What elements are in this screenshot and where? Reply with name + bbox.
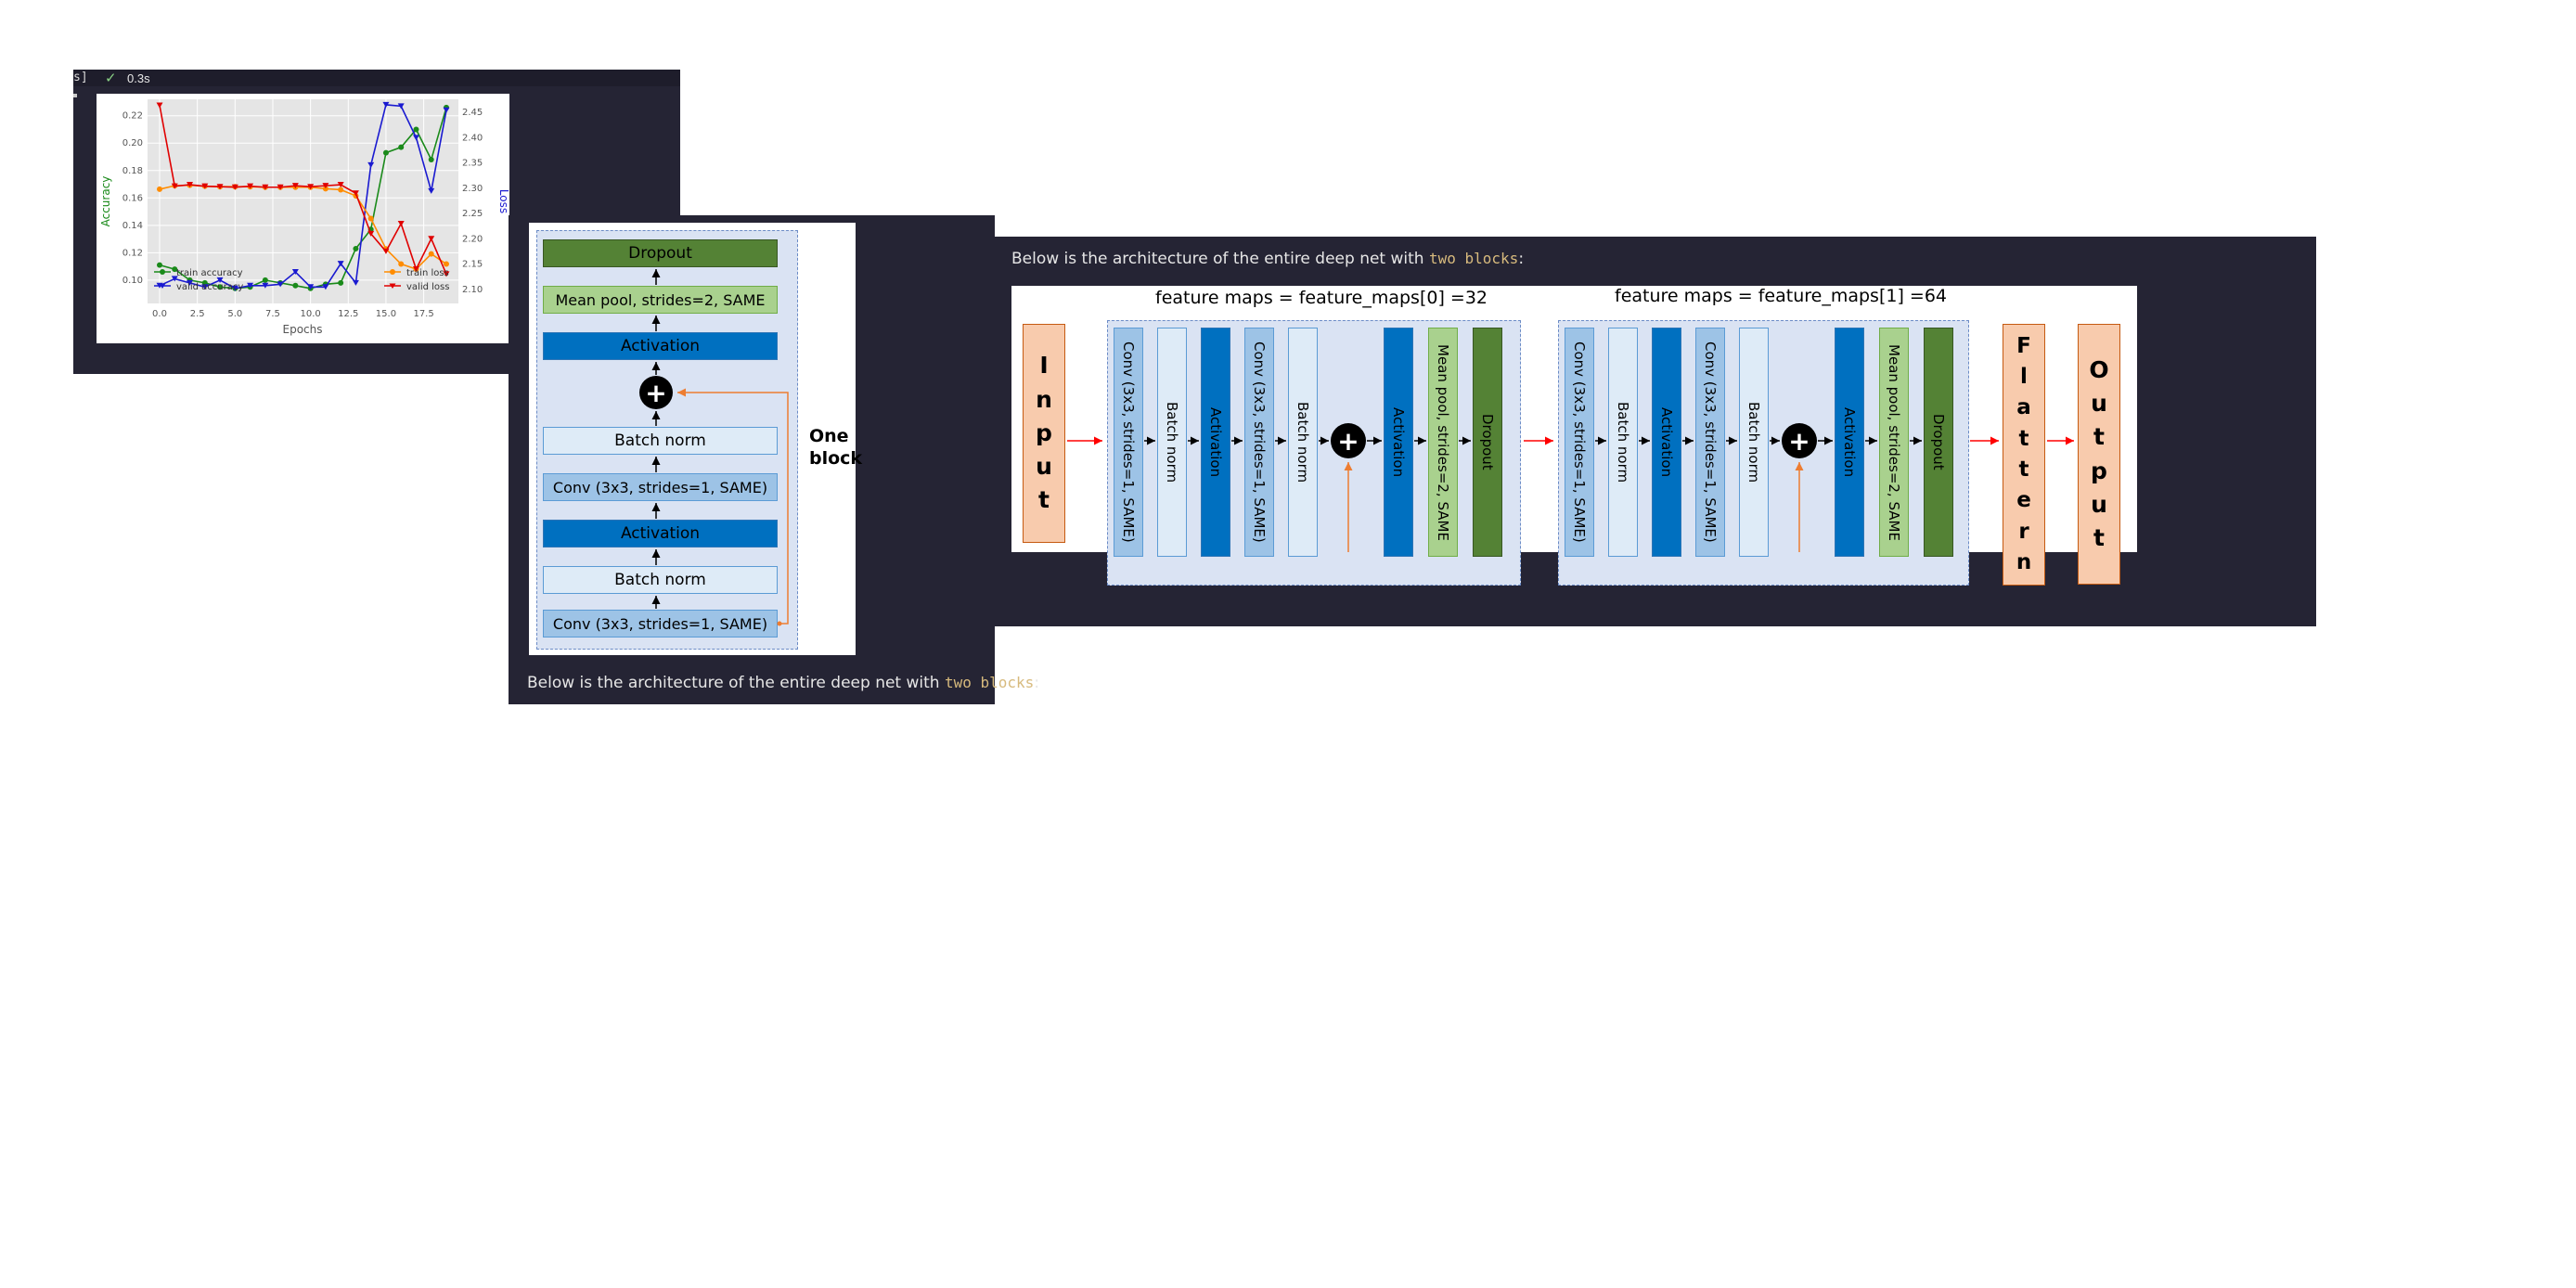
point-train-loss xyxy=(428,251,434,257)
block1-layer-batch-norm-1: Batch norm xyxy=(1157,328,1187,557)
notebook-output-cell-block: Dropout Mean pool, strides=2, SAME Activ… xyxy=(509,215,1039,704)
block1-layer-conv-1: Conv (3x3, strides=1, SAME) xyxy=(1114,328,1143,557)
check-icon: ✓ xyxy=(105,71,117,86)
x-tick-label: 17.5 xyxy=(413,309,433,319)
x-tick-label: 7.5 xyxy=(265,309,280,319)
block1-layer-conv-2: Conv (3x3, strides=1, SAME) xyxy=(1244,328,1274,557)
point-train-loss xyxy=(398,261,405,267)
execution-time: 0.3s xyxy=(127,71,150,85)
block2-layer-batch-norm-1: Batch norm xyxy=(1608,328,1638,557)
caption-text: Below is the architecture of the entire … xyxy=(1011,250,1429,268)
block-arrows xyxy=(651,269,789,626)
block1-residual-add-icon: + xyxy=(1331,423,1366,458)
y-axis-label-left: Accuracy xyxy=(99,176,112,227)
block2-layer-batch-norm-2: Batch norm xyxy=(1739,328,1769,557)
notebook-output-cell-network: Below is the architecture of the entire … xyxy=(995,237,2316,626)
point-train-accuracy xyxy=(428,156,434,162)
cell-status-bar xyxy=(73,70,680,86)
block2-layer-conv-1: Conv (3x3, strides=1, SAME) xyxy=(1565,328,1594,557)
point-train-accuracy xyxy=(353,245,359,251)
training-curves-chart: 0.0 2.5 5.0 7.5 10.0 12.5 15.0 17.5 0.10 0.12 0.14… xyxy=(97,94,510,343)
block2-layer-dropout: Dropout xyxy=(1924,328,1953,557)
caption-code: two blocks xyxy=(944,674,1035,691)
y-tick-label-left: 0.18 xyxy=(122,166,143,176)
x-tick-label: 12.5 xyxy=(338,309,358,319)
x-axis-label: Epochs xyxy=(283,323,323,336)
y-tick-label-right: 2.45 xyxy=(462,108,483,118)
y-tick-label-left: 0.16 xyxy=(122,193,143,203)
y-tick-label-right: 2.40 xyxy=(462,133,483,143)
point-train-accuracy xyxy=(292,282,299,289)
one-block-label: One block xyxy=(809,425,862,470)
point-train-loss xyxy=(338,187,344,193)
execution-count: s] xyxy=(73,71,88,84)
point-train-loss xyxy=(367,215,374,222)
block1-layer-mean-pool: Mean pool, strides=2, SAME xyxy=(1428,328,1458,557)
x-tick-label: 0.0 xyxy=(152,309,167,319)
point-train-accuracy xyxy=(157,262,163,268)
block1-layer-activation-1: Activation xyxy=(1201,328,1230,557)
legend-train-accuracy: train accuracy xyxy=(176,268,243,278)
y-axis-label-right: Loss xyxy=(497,189,509,213)
block2-residual-add-icon: + xyxy=(1782,423,1817,458)
point-train-loss xyxy=(443,261,449,267)
block2-layer-activation-2: Activation xyxy=(1835,328,1864,557)
caption-text: Below is the architecture of the entire … xyxy=(527,674,945,692)
y-tick-label-right: 2.15 xyxy=(462,260,483,270)
caption-suffix: : xyxy=(1518,250,1525,268)
y-tick-label-left: 0.14 xyxy=(122,221,143,231)
y-tick-label-left: 0.12 xyxy=(122,248,143,258)
point-train-accuracy xyxy=(262,277,268,283)
caption-suffix: : xyxy=(1034,674,1040,692)
one-block-diagram: Dropout Mean pool, strides=2, SAME Activ… xyxy=(529,223,862,655)
y-tick-label-left: 0.20 xyxy=(122,138,143,148)
block2-layer-mean-pool: Mean pool, strides=2, SAME xyxy=(1879,328,1909,557)
block2-layer-activation-1: Activation xyxy=(1652,328,1681,557)
point-train-loss xyxy=(157,186,163,192)
x-tick-label: 10.0 xyxy=(300,309,320,319)
x-tick-label: 15.0 xyxy=(376,309,396,319)
one-block-label-line1: One xyxy=(809,426,849,446)
block1-layer-batch-norm-2: Batch norm xyxy=(1288,328,1318,557)
point-train-accuracy xyxy=(382,149,389,156)
y-tick-label-right: 2.25 xyxy=(462,209,483,219)
cell3-caption: Below is the architecture of the entire … xyxy=(1011,250,1524,268)
chart-svg: 0.0 2.5 5.0 7.5 10.0 12.5 15.0 17.5 0.10 0.12 0.14… xyxy=(99,99,510,336)
y-tick-label-left: 0.10 xyxy=(122,276,143,286)
x-tick-label: 2.5 xyxy=(190,309,205,319)
point-train-accuracy xyxy=(398,144,405,150)
caption-code: two blocks xyxy=(1428,250,1519,267)
network-diagram: Input feature maps = feature_maps[0] =32… xyxy=(1011,286,2137,586)
legend-valid-loss: valid loss xyxy=(406,282,449,292)
y-tick-label-left: 0.22 xyxy=(122,111,143,122)
y-tick-label-right: 2.10 xyxy=(462,285,483,295)
y-tick-label-right: 2.35 xyxy=(462,159,483,169)
point-train-accuracy xyxy=(413,126,419,133)
y-tick-label-right: 2.20 xyxy=(462,234,483,244)
legend-train-loss: train loss xyxy=(406,268,449,278)
block1-layer-activation-2: Activation xyxy=(1384,328,1413,557)
y-tick-label-right: 2.30 xyxy=(462,184,483,194)
output-gutter-marker xyxy=(73,94,77,97)
x-tick-label: 5.0 xyxy=(227,309,242,319)
flatten-letter: n xyxy=(2016,550,2032,575)
one-block-label-line2: block xyxy=(809,448,863,469)
cell2-caption: Below is the architecture of the entire … xyxy=(527,674,1039,692)
block1-layer-dropout: Dropout xyxy=(1473,328,1502,557)
point-train-accuracy xyxy=(338,279,344,286)
block2-layer-conv-2: Conv (3x3, strides=1, SAME) xyxy=(1695,328,1725,557)
legend-valid-accuracy: valid accuracy xyxy=(176,282,243,292)
